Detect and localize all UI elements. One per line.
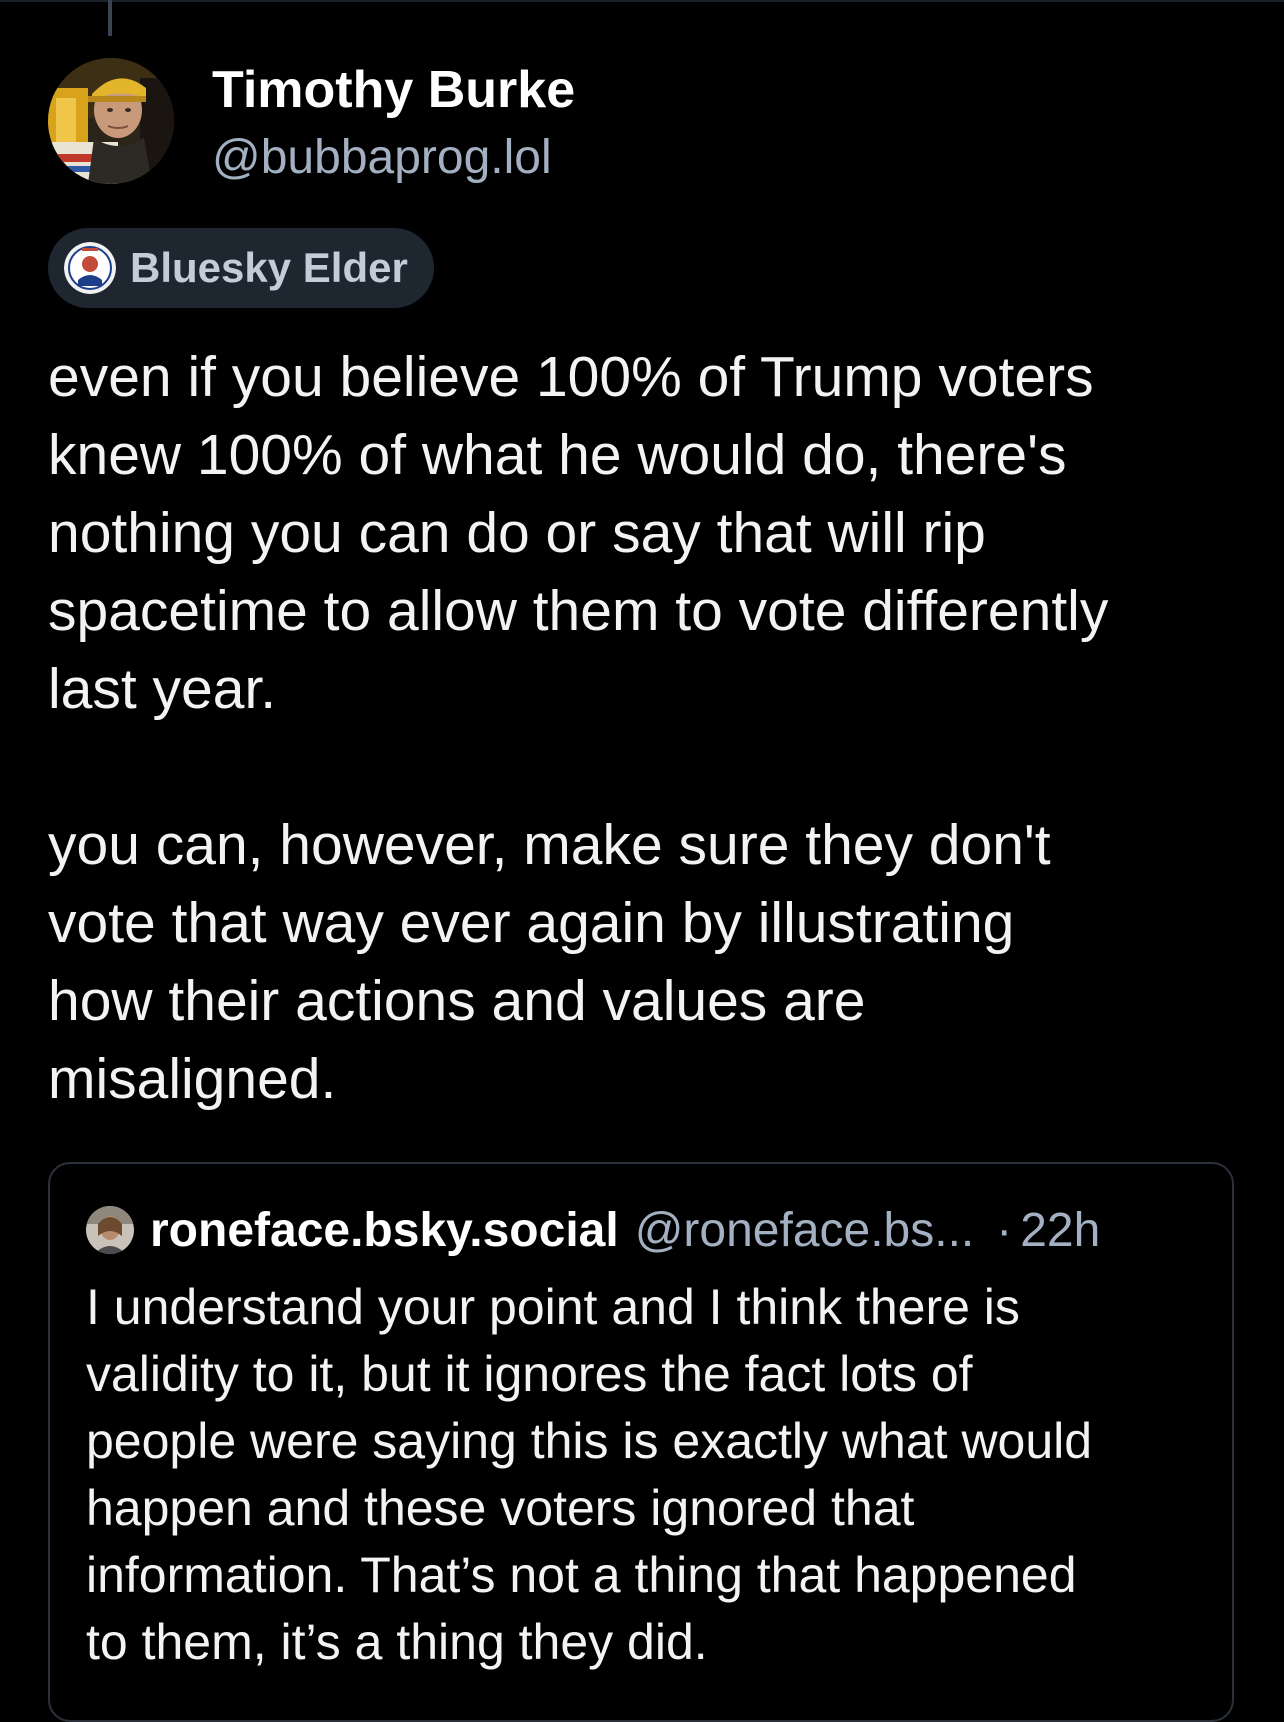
- post-author-row[interactable]: Timothy Burke @bubbaprog.lol: [48, 58, 1236, 188]
- quoted-post-body: I understand your point and I think ther…: [86, 1279, 1093, 1670]
- elder-badge-icon: [64, 242, 116, 294]
- profile-badge[interactable]: Bluesky Elder: [48, 228, 434, 308]
- quoted-author-name[interactable]: roneface.bsky.social: [150, 1203, 619, 1258]
- post-paragraph: even if you believe 100% of Trump voters…: [48, 345, 1109, 721]
- avatar-photo: [48, 58, 174, 184]
- quoted-author-handle[interactable]: @roneface.bs...: [635, 1203, 975, 1258]
- thread-connector-line: [108, 0, 112, 36]
- author-avatar[interactable]: [48, 58, 174, 184]
- top-divider: [0, 0, 1284, 2]
- quoted-post-card[interactable]: roneface.bsky.social @roneface.bs... · 2…: [48, 1162, 1234, 1722]
- separator-dot: ·: [996, 1203, 1013, 1257]
- author-display-name[interactable]: Timothy Burke: [212, 60, 575, 120]
- post-body: even if you believe 100% of Trump voters…: [48, 338, 1248, 1118]
- quoted-post-timestamp[interactable]: 22h: [1020, 1203, 1100, 1258]
- quoted-post-header: roneface.bsky.social @roneface.bs... · 2…: [86, 1200, 1206, 1260]
- post-paragraph: you can, however, make sure they don't v…: [48, 813, 1051, 1111]
- author-handle[interactable]: @bubbaprog.lol: [212, 130, 552, 186]
- badge-label: Bluesky Elder: [130, 244, 408, 291]
- quoted-author-avatar[interactable]: [86, 1206, 134, 1254]
